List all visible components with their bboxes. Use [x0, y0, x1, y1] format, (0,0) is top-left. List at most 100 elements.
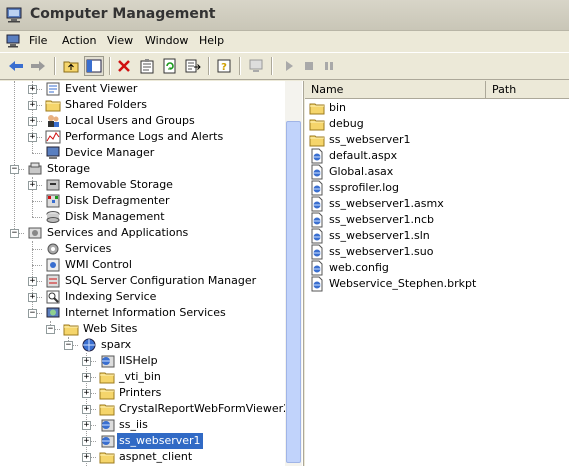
expand-node-icon[interactable]: + [28, 85, 37, 94]
tree-node[interactable]: + aspnet_client [0, 449, 285, 465]
expand-node-icon[interactable]: + [82, 453, 91, 462]
iis-icon [45, 305, 61, 321]
column-header-path[interactable]: Path [486, 81, 569, 99]
expand-node-icon[interactable]: + [82, 421, 91, 430]
tree-node-label[interactable]: Device Manager [63, 145, 156, 161]
collapse-node-icon[interactable]: − [28, 309, 37, 318]
tree-node[interactable]: − Internet Information Services [0, 305, 285, 321]
tree-node-label[interactable]: sparx [99, 337, 133, 353]
tree-node-label[interactable]: IISHelp [117, 353, 160, 369]
tree-node-label[interactable]: Indexing Service [63, 289, 158, 305]
show-hide-tree-button[interactable] [84, 56, 104, 76]
tree-node-label[interactable]: Disk Defragmenter [63, 193, 172, 209]
tree-node-label[interactable]: _vti_bin [117, 369, 163, 385]
tree-vertical-scrollbar[interactable] [285, 81, 302, 466]
expand-node-icon[interactable]: + [82, 357, 91, 366]
tree-node-label[interactable]: aspnet_client [117, 449, 194, 465]
stop-service-button[interactable] [299, 56, 319, 76]
refresh-button[interactable] [160, 56, 180, 76]
export-list-button[interactable] [183, 56, 203, 76]
tree-node[interactable]: − Storage [0, 161, 285, 177]
tree-node[interactable]: + Performance Logs and Alerts [0, 129, 285, 145]
up-one-level-button[interactable] [61, 56, 81, 76]
tree-node[interactable]: + Indexing Service [0, 289, 285, 305]
expand-node-icon[interactable]: + [82, 405, 91, 414]
tree-node[interactable]: − Web Sites [0, 321, 285, 337]
tree-node-label[interactable]: ss_iis [117, 417, 150, 433]
window-menu-icon[interactable] [6, 34, 22, 48]
details-pane[interactable]: Name Path bin debug ss_webserver1 default.a… [305, 81, 569, 466]
tree-node[interactable]: + _vti_bin [0, 369, 285, 385]
expand-node-icon[interactable]: + [28, 101, 37, 110]
collapse-node-icon[interactable]: − [46, 325, 55, 334]
properties-icon [140, 59, 154, 74]
connect-button[interactable] [246, 56, 266, 76]
expand-node-icon[interactable]: + [28, 293, 37, 302]
web-file-icon [309, 228, 325, 244]
tree-node[interactable]: Disk Defragmenter [0, 193, 285, 209]
menu-file[interactable]: File [29, 34, 47, 47]
tree-node[interactable]: + Shared Folders [0, 97, 285, 113]
tree-node-label[interactable]: SQL Server Configuration Manager [63, 273, 258, 289]
tree-node-label[interactable]: Event Viewer [63, 81, 139, 97]
tree-node-label[interactable]: ss_webserver1 [117, 433, 203, 449]
list-item-name: Webservice_Stephen.brkpt [329, 277, 477, 290]
expand-node-icon[interactable]: + [82, 437, 91, 446]
tree-node[interactable]: + Removable Storage [0, 177, 285, 193]
properties-button[interactable] [137, 56, 157, 76]
console-tree-pane[interactable]: + Event Viewer + Shared Folders + Local Users… [0, 81, 304, 466]
collapse-node-icon[interactable]: − [64, 341, 73, 350]
menu-view[interactable]: View [107, 34, 133, 47]
delete-button[interactable] [114, 56, 134, 76]
tree-node-label[interactable]: Shared Folders [63, 97, 149, 113]
pause-service-button[interactable] [319, 56, 339, 76]
expand-node-icon[interactable]: + [28, 117, 37, 126]
tree-node[interactable]: Device Manager [0, 145, 285, 161]
collapse-node-icon[interactable]: − [10, 165, 19, 174]
tree-node-label[interactable]: Services and Applications [45, 225, 190, 241]
tree-node[interactable]: − Services and Applications [0, 225, 285, 241]
tree-node-label[interactable]: Local Users and Groups [63, 113, 197, 129]
collapse-node-icon[interactable]: − [10, 229, 19, 238]
start-service-button[interactable] [279, 56, 299, 76]
tree-node[interactable]: + Local Users and Groups [0, 113, 285, 129]
menu-action[interactable]: Action [62, 34, 96, 47]
tree-node[interactable]: + SQL Server Configuration Manager [0, 273, 285, 289]
tree-node[interactable]: WMI Control [0, 257, 285, 273]
back-button[interactable] [6, 56, 26, 76]
expand-node-icon[interactable]: + [28, 277, 37, 286]
menu-window[interactable]: Window [145, 34, 188, 47]
tree-node-label[interactable]: WMI Control [63, 257, 134, 273]
tree-node[interactable]: Services [0, 241, 285, 257]
column-header-name[interactable]: Name [305, 81, 486, 99]
tree-node-label[interactable]: Disk Management [63, 209, 167, 225]
forward-button[interactable] [28, 56, 48, 76]
expand-node-icon[interactable]: + [28, 133, 37, 142]
tree-node-label[interactable]: Performance Logs and Alerts [63, 129, 225, 145]
tree-node-label[interactable]: Services [63, 241, 113, 257]
title-bar[interactable]: Computer Management [0, 0, 569, 31]
tree-node-label[interactable]: Storage [45, 161, 92, 177]
tree-node[interactable]: + IISHelp [0, 353, 285, 369]
tree-node[interactable]: + Event Viewer [0, 81, 285, 97]
tree-node[interactable]: − sparx [0, 337, 285, 353]
expand-node-icon[interactable]: + [28, 181, 37, 190]
services-apps-icon [27, 225, 43, 241]
help-button[interactable]: ? [214, 56, 234, 76]
tree-node[interactable]: + CrystalReportWebFormViewer2 [0, 401, 290, 417]
expand-node-icon[interactable]: + [82, 389, 91, 398]
folder-icon [63, 321, 79, 337]
tree-node[interactable]: + Printers [0, 385, 285, 401]
tree-node-label[interactable]: Removable Storage [63, 177, 175, 193]
menu-help[interactable]: Help [199, 34, 224, 47]
expand-node-icon[interactable]: + [82, 373, 91, 382]
web-file-icon [309, 212, 325, 228]
tree-node[interactable]: + ss_webserver1 [0, 433, 285, 449]
tree-node-label[interactable]: CrystalReportWebFormViewer2 [117, 401, 292, 417]
tree-node[interactable]: + ss_iis [0, 417, 285, 433]
tree-node-label[interactable]: Web Sites [81, 321, 139, 337]
scrollbar-thumb[interactable] [286, 121, 301, 463]
tree-node-label[interactable]: Internet Information Services [63, 305, 228, 321]
tree-node-label[interactable]: Printers [117, 385, 163, 401]
tree-node[interactable]: Disk Management [0, 209, 285, 225]
